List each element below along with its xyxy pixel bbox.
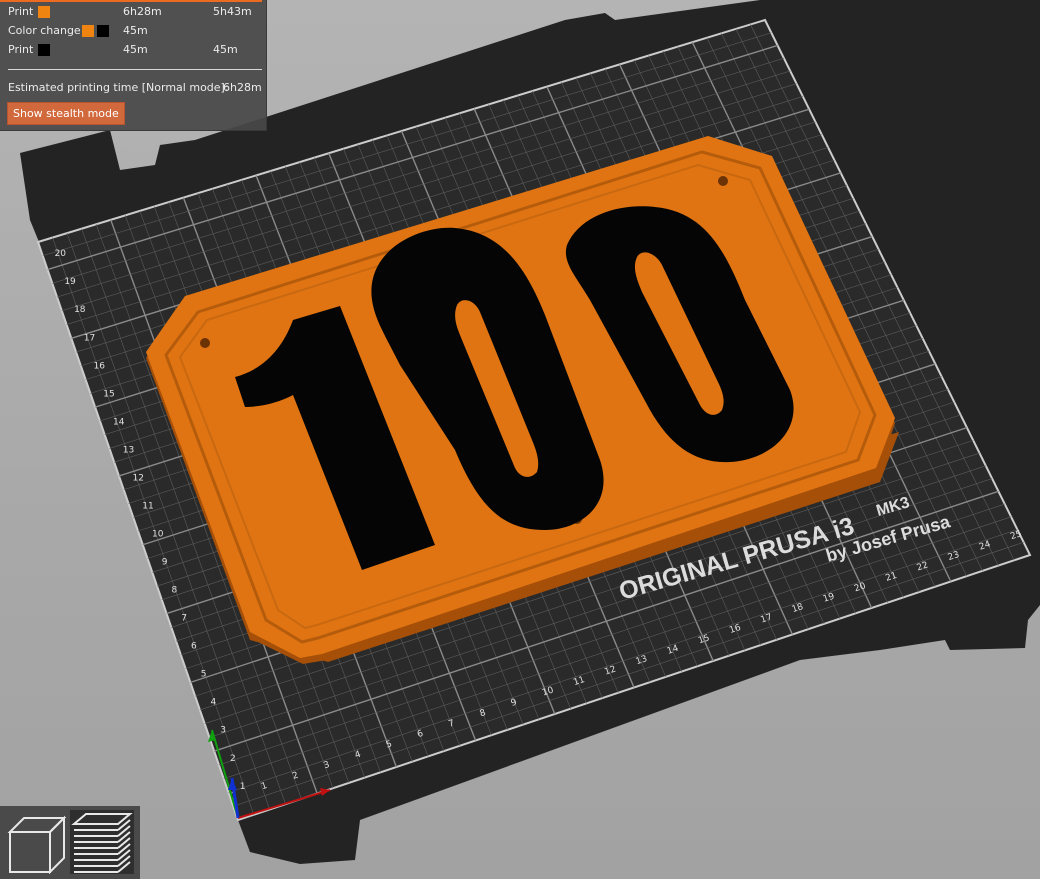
y-tick-label: 7: [181, 614, 187, 624]
y-tick-label: 9: [162, 558, 168, 568]
y-tick-label: 10: [152, 529, 164, 539]
estimated-time-label: Estimated printing time [Normal mode]:: [8, 81, 229, 94]
legend-label: Print: [8, 5, 34, 18]
legend-label: Color change: [8, 24, 81, 37]
3d-view-icon: [7, 815, 67, 875]
legend-time-normal: 45m: [123, 43, 148, 56]
y-tick-label: 16: [94, 361, 106, 371]
mount-hole: [200, 338, 210, 348]
3d-preview-viewport[interactable]: 0 1 2 3 4 5 6 7 8 9 10 11 12 13 14 15 16 17 18 19 20 21 22 23 24…: [0, 0, 1040, 879]
layers-preview-button[interactable]: [70, 810, 134, 874]
mount-hole: [718, 176, 728, 186]
y-tick-label: 5: [201, 670, 207, 680]
y-tick-label: 18: [74, 305, 86, 315]
panel-top-accent: [0, 0, 262, 2]
y-tick-label: 13: [123, 445, 134, 455]
legend-label: Print: [8, 43, 34, 56]
estimated-time-row: Estimated printing time [Normal mode]: 6…: [8, 81, 262, 95]
y-tick-label: 19: [64, 277, 76, 287]
y-tick-label: 2: [230, 754, 236, 764]
color-swatch: [38, 44, 50, 56]
legend-panel: Print 6h28m 5h43m Color change 45m Print…: [0, 0, 267, 131]
3d-view-button[interactable]: [4, 810, 68, 875]
legend-time-normal: 45m: [123, 24, 148, 37]
print-bed-scene[interactable]: 0123456789101112131415161718192021222324…: [0, 0, 1040, 879]
color-swatch: [82, 25, 94, 37]
legend-time-stealth: 5h43m: [213, 5, 252, 18]
y-tick-label: 8: [172, 586, 178, 596]
color-swatch: [38, 6, 50, 18]
y-tick-label: 3: [220, 726, 226, 736]
estimated-time-value: 6h28m: [223, 81, 262, 94]
y-tick-label: 6: [191, 642, 197, 652]
y-tick-label: 17: [84, 333, 95, 343]
legend-time-stealth: 45m: [213, 43, 238, 56]
color-swatch: [97, 25, 109, 37]
divider: [8, 69, 262, 70]
layers-preview-icon: [71, 813, 133, 873]
view-toolbar: [0, 806, 140, 879]
y-tick-label: 4: [211, 698, 217, 708]
show-stealth-mode-button[interactable]: Show stealth mode: [7, 102, 125, 125]
y-tick-label: 1: [240, 782, 246, 792]
y-tick-label: 15: [103, 389, 114, 399]
y-tick-label: 20: [55, 249, 67, 259]
y-tick-label: 12: [133, 473, 144, 483]
y-tick-label: 11: [142, 501, 153, 511]
y-tick-label: 14: [113, 417, 125, 427]
legend-time-normal: 6h28m: [123, 5, 162, 18]
